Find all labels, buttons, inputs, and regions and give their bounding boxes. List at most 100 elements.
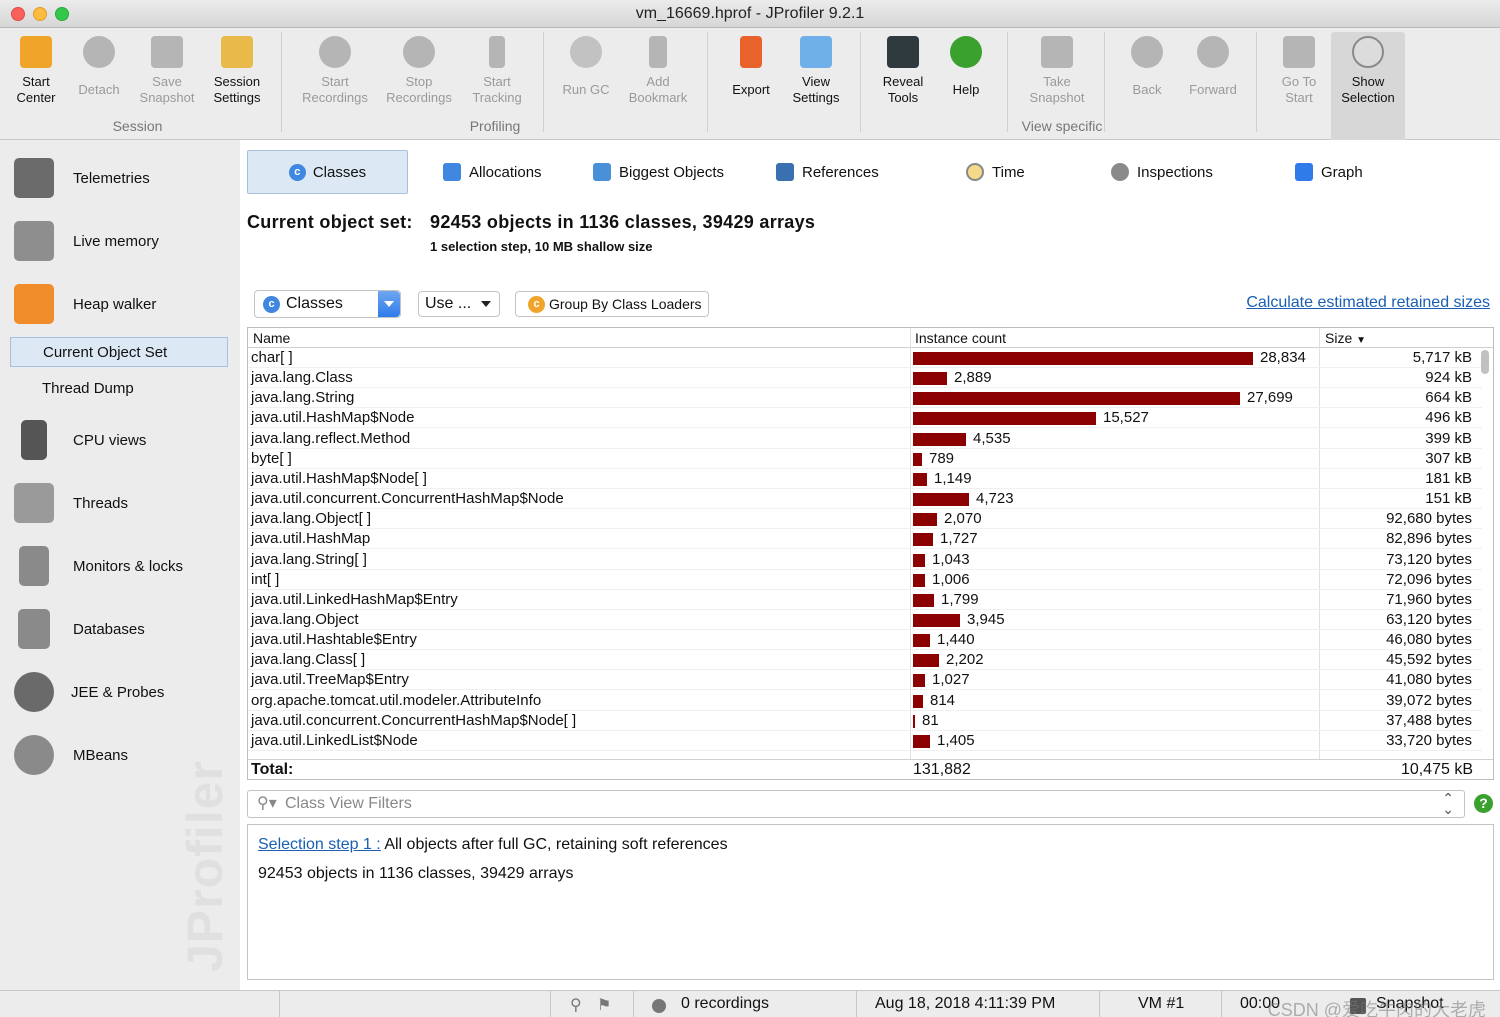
threads-icon xyxy=(14,483,54,523)
chevron-down-icon xyxy=(378,291,400,317)
help-button[interactable]: Help xyxy=(940,32,992,118)
table-scrollbar[interactable] xyxy=(1481,348,1489,759)
detach-button[interactable]: Detach xyxy=(72,32,126,118)
table-row[interactable]: java.lang.String 27,699 664 kB xyxy=(248,388,1482,409)
group-by-class-loaders-button[interactable]: c Group By Class Loaders xyxy=(515,291,709,317)
start-center-button[interactable]: Start Center xyxy=(8,32,64,118)
live-memory-icon xyxy=(14,221,54,261)
home-icon xyxy=(1283,36,1315,68)
table-row[interactable]: java.util.HashMap$Node 15,527 496 kB xyxy=(248,408,1482,429)
use-button[interactable]: Use ... xyxy=(418,291,500,317)
instance-count-value: 81 xyxy=(922,711,939,729)
sidebar-subitem-thread-dump[interactable]: Thread Dump xyxy=(10,374,228,404)
class-name-cell: org.apache.tomcat.util.modeler.Attribute… xyxy=(251,691,542,709)
sidebar-item-live-memory[interactable]: Live memory xyxy=(14,216,228,266)
view-settings-button[interactable]: View Settings xyxy=(786,32,846,118)
table-row[interactable]: java.lang.Object[ ] 2,070 92,680 bytes xyxy=(248,509,1482,530)
size-cell: 71,960 bytes xyxy=(1386,590,1472,608)
instance-count-value: 1,405 xyxy=(937,731,975,749)
calculate-retained-sizes-link[interactable]: Calculate estimated retained sizes xyxy=(1246,294,1490,312)
instance-count-bar xyxy=(913,493,969,507)
table-row[interactable]: java.util.LinkedList$Node 1,405 33,720 byt… xyxy=(248,731,1482,751)
table-row[interactable]: java.util.TreeMap$Entry 1,027 41,080 bytes xyxy=(248,670,1482,691)
start-recordings-button[interactable]: Start Recordings xyxy=(298,32,372,118)
go-to-start-button[interactable]: Go To Start xyxy=(1270,32,1328,118)
classes-table: Name Instance count Size ▼ char[ ] 28,834… xyxy=(247,327,1494,780)
chevron-down-icon xyxy=(481,301,492,307)
class-view-filter-field[interactable]: ⚲▾ Class View Filters ⌃ ⌄ xyxy=(247,790,1465,818)
sidebar-item-databases[interactable]: Databases xyxy=(14,604,228,654)
total-label: Total: xyxy=(251,761,294,778)
header-size[interactable]: Size ▼ xyxy=(1325,330,1366,346)
table-row[interactable]: java.util.HashMap 1,727 82,896 bytes xyxy=(248,529,1482,550)
table-row[interactable]: java.lang.Class 2,889 924 kB xyxy=(248,368,1482,389)
sidebar-item-heap-walker[interactable]: Heap walker xyxy=(14,279,228,329)
main-toolbar: Start Center Detach Save Snapshot Sessio… xyxy=(0,28,1500,142)
class-loader-icon: c xyxy=(528,295,545,313)
toolbar-separator xyxy=(543,32,544,132)
toolbar-separator xyxy=(1256,32,1257,132)
view-controls: c Classes Use ... c Group By Class Loade… xyxy=(240,288,1500,322)
header-name[interactable]: Name xyxy=(253,330,290,346)
table-row[interactable]: java.util.concurrent.ConcurrentHashMap$N… xyxy=(248,711,1482,731)
tab-classes[interactable]: c Classes xyxy=(247,150,408,194)
tab-references[interactable]: References xyxy=(776,150,879,194)
tab-allocations[interactable]: Allocations xyxy=(443,150,542,194)
run-gc-icon xyxy=(570,36,602,68)
sidebar-item-telemetries[interactable]: Telemetries xyxy=(14,153,228,203)
scrollbar-thumb[interactable] xyxy=(1481,350,1489,374)
start-tracking-button[interactable]: Start Tracking xyxy=(466,32,528,118)
add-bookmark-button[interactable]: Add Bookmark xyxy=(624,32,692,118)
take-snapshot-button[interactable]: Take Snapshot xyxy=(1020,32,1094,118)
table-row[interactable]: java.lang.Object 3,945 63,120 bytes xyxy=(248,610,1482,630)
sidebar-item-jee-probes[interactable]: JEE & Probes xyxy=(14,667,228,717)
forward-button[interactable]: Forward xyxy=(1182,32,1244,118)
class-name-cell: java.lang.Object xyxy=(251,610,359,628)
pin-icon[interactable]: ⚲ xyxy=(570,995,582,1015)
table-row[interactable]: java.lang.reflect.Method 4,535 399 kB xyxy=(248,429,1482,449)
view-mode-combo[interactable]: c Classes xyxy=(254,290,401,318)
table-row[interactable]: java.util.HashMap$Node[ ] 1,149 181 kB xyxy=(248,469,1482,489)
run-gc-button[interactable]: Run GC xyxy=(558,32,614,118)
sidebar-item-cpu-views[interactable]: CPU views xyxy=(14,415,228,465)
help-icon xyxy=(950,36,982,68)
show-selection-button[interactable]: Show Selection xyxy=(1331,32,1405,142)
table-row[interactable]: java.util.concurrent.ConcurrentHashMap$N… xyxy=(248,489,1482,510)
header-instance-count[interactable]: Instance count xyxy=(915,330,1006,346)
sidebar-item-threads[interactable]: Threads xyxy=(14,478,228,528)
table-row[interactable]: byte[ ] 789 307 kB xyxy=(248,449,1482,469)
table-row[interactable]: java.util.LinkedHashMap$Entry 1,799 71,960… xyxy=(248,590,1482,610)
class-name-cell: java.util.LinkedHashMap$Entry xyxy=(251,590,458,608)
allocations-icon xyxy=(443,163,461,181)
instance-count-bar xyxy=(913,452,922,466)
tab-biggest-objects[interactable]: Biggest Objects xyxy=(593,150,724,194)
table-row[interactable]: char[ ] 28,834 5,717 kB xyxy=(248,348,1482,368)
size-cell: 181 kB xyxy=(1425,469,1472,487)
table-row[interactable]: java.lang.String[ ] 1,043 73,120 bytes xyxy=(248,550,1482,570)
selection-step-link[interactable]: Selection step 1 : xyxy=(258,836,381,853)
instance-count-value: 789 xyxy=(929,449,955,467)
view-selector-sidebar: Telemetries Live memory Heap walker Curr… xyxy=(0,140,240,990)
table-row[interactable]: java.util.Hashtable$Entry 1,440 46,080 byt… xyxy=(248,630,1482,651)
flag-icon[interactable]: ⚑ xyxy=(597,995,611,1015)
stop-recordings-button[interactable]: Stop Recordings xyxy=(382,32,456,118)
heap-walker-icon xyxy=(14,284,54,324)
tab-graph[interactable]: Graph xyxy=(1295,150,1363,194)
tab-inspections[interactable]: Inspections xyxy=(1111,150,1213,194)
session-settings-button[interactable]: Session Settings xyxy=(206,32,268,118)
sort-descending-icon: ▼ xyxy=(1356,335,1367,346)
filter-help-icon[interactable]: ? xyxy=(1474,794,1493,813)
filter-stepper-icon[interactable]: ⌃ ⌄ xyxy=(1442,791,1454,816)
tab-time[interactable]: Time xyxy=(966,150,1025,194)
back-button[interactable]: Back xyxy=(1118,32,1176,118)
table-row[interactable]: org.apache.tomcat.util.modeler.Attribute… xyxy=(248,691,1482,711)
export-button[interactable]: Export xyxy=(724,32,778,118)
sidebar-subitem-current-object-set[interactable]: Current Object Set xyxy=(10,337,228,367)
sidebar-item-monitors-locks[interactable]: Monitors & locks xyxy=(14,541,228,591)
table-row[interactable]: java.lang.Class[ ] 2,202 45,592 bytes xyxy=(248,650,1482,671)
save-snapshot-button[interactable]: Save Snapshot xyxy=(134,32,200,118)
reveal-tools-button[interactable]: Reveal Tools xyxy=(874,32,932,118)
instance-count-value: 1,440 xyxy=(937,631,975,649)
table-row[interactable]: int[ ] 1,006 72,096 bytes xyxy=(248,570,1482,590)
view-settings-icon xyxy=(800,36,832,68)
